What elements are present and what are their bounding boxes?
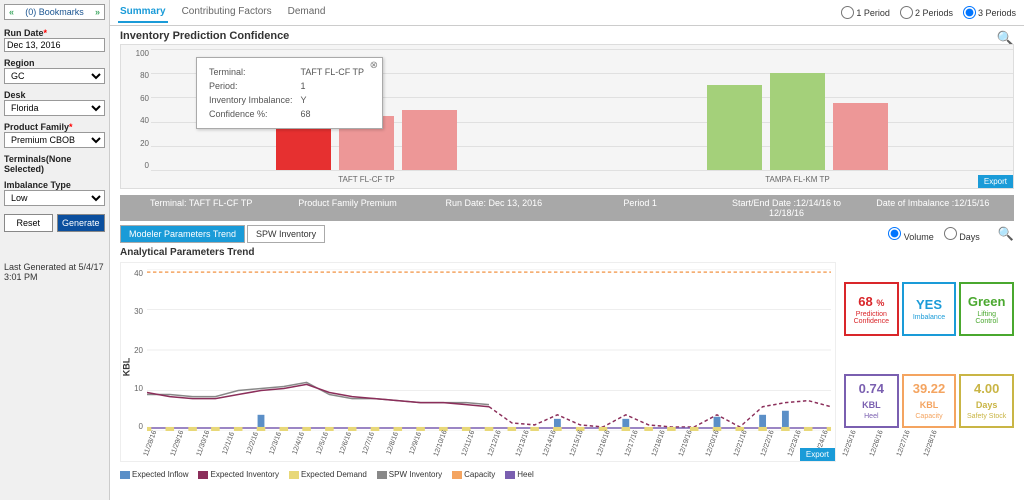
bar[interactable]	[833, 103, 888, 170]
zoom-icon[interactable]: 🔍	[998, 226, 1014, 242]
region-select[interactable]: GC	[4, 68, 105, 84]
period-3-radio[interactable]: 3 Periods	[963, 6, 1016, 19]
legend: Expected InflowExpected InventoryExpecte…	[110, 466, 1024, 483]
kpi-card: 68 %Prediction Confidence	[844, 282, 899, 336]
tab-summary[interactable]: Summary	[118, 2, 168, 23]
subtab-spw-inventory[interactable]: SPW Inventory	[247, 225, 325, 243]
kpi-card: YES Imbalance	[902, 282, 957, 336]
chart1-title: Inventory Prediction Confidence	[120, 30, 1014, 42]
confidence-chart: 100806040200 TAFT FL-CF TPTAMPA FL-KM TP…	[120, 44, 1014, 189]
imbalance-type-label: Imbalance Type	[4, 180, 105, 190]
run-date-label: Run Date*	[4, 28, 105, 38]
chevron-left-icon: «	[9, 7, 14, 17]
product-family-select[interactable]: Premium CBOB	[4, 132, 105, 148]
kpi-card: 39.22 KBLCapacity	[902, 374, 957, 428]
bar[interactable]	[402, 110, 457, 171]
period-1-radio[interactable]: 1 Period	[841, 6, 890, 19]
bar[interactable]	[770, 73, 825, 170]
export-button[interactable]: Export	[978, 175, 1013, 188]
kpi-card: 4.00 DaysSafety Stock	[959, 374, 1014, 428]
subtab-modeler-parameters[interactable]: Modeler Parameters Trend	[120, 225, 245, 243]
chevron-right-icon: »	[95, 7, 100, 17]
bar[interactable]	[707, 85, 762, 170]
tab-contributing-factors[interactable]: Contributing Factors	[180, 2, 274, 23]
generate-button[interactable]: Generate	[57, 214, 106, 232]
volume-radio[interactable]: Volume	[888, 227, 934, 242]
close-icon[interactable]: ⊗	[370, 60, 378, 71]
last-generated-text: Last Generated at 5/4/17 3:01 PM	[4, 262, 105, 282]
info-bar: Terminal: TAFT FL-CF TPProduct Family Pr…	[120, 195, 1014, 221]
trend-chart: KBL 403020100 11/28/1611/29/1611/30/1612…	[120, 262, 836, 462]
reset-button[interactable]: Reset	[4, 214, 53, 232]
period-2-radio[interactable]: 2 Periods	[900, 6, 953, 19]
run-date-input[interactable]	[4, 38, 105, 52]
desk-select[interactable]: Florida	[4, 100, 105, 116]
chart-tooltip: ⊗ Terminal:TAFT FL-CF TP Period:1 Invent…	[196, 57, 383, 129]
days-radio[interactable]: Days	[944, 227, 980, 242]
tab-demand[interactable]: Demand	[286, 2, 328, 23]
kpi-card: Green Lifting Control	[959, 282, 1014, 336]
kpi-card: 0.74 KBLHeel	[844, 374, 899, 428]
desk-label: Desk	[4, 90, 105, 100]
imbalance-type-select[interactable]: Low	[4, 190, 105, 206]
product-family-label: Product Family*	[4, 122, 105, 132]
bookmarks-bar[interactable]: « (0) Bookmarks »	[4, 4, 105, 20]
region-label: Region	[4, 58, 105, 68]
chart2-title: Analytical Parameters Trend	[120, 247, 1014, 258]
terminals-label: Terminals(None Selected)	[4, 154, 105, 174]
export-button[interactable]: Export	[800, 448, 835, 461]
